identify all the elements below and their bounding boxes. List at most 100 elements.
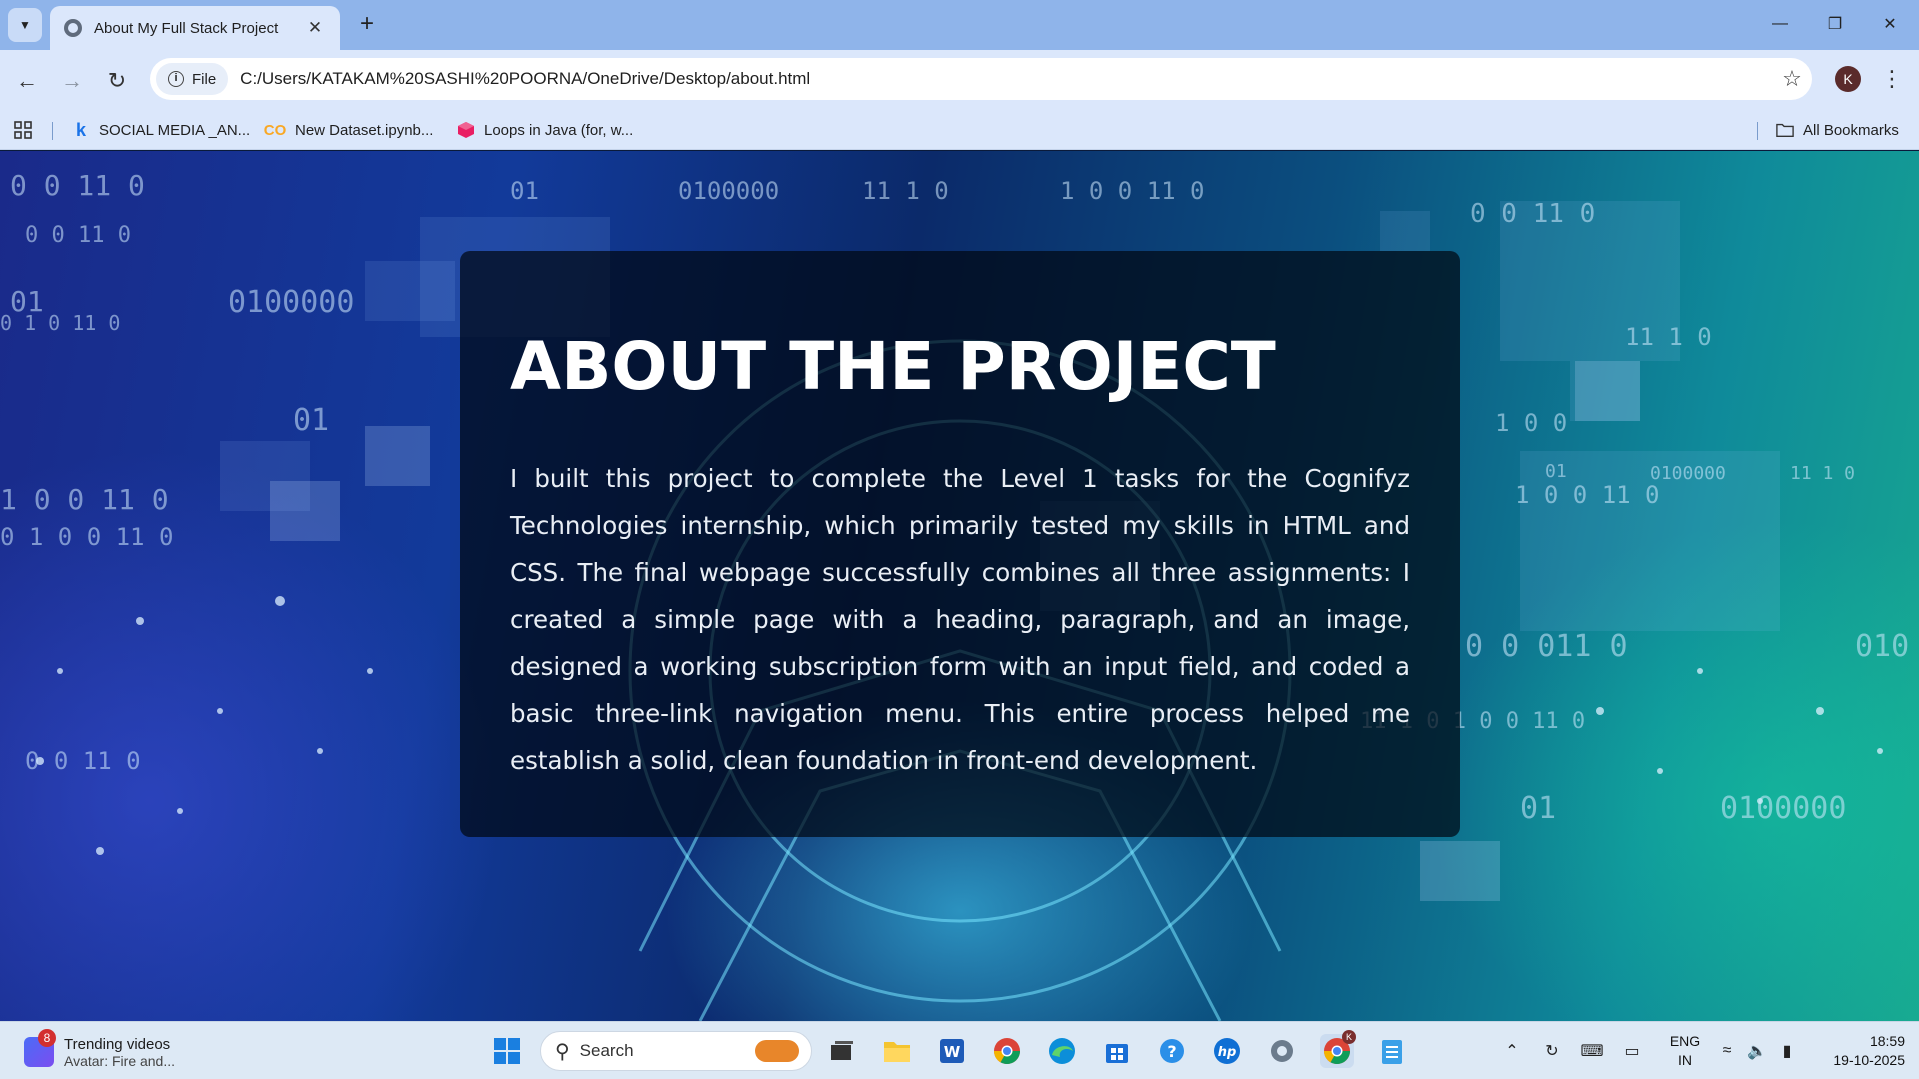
language-indicator[interactable]: ENG IN	[1665, 1032, 1705, 1070]
globe-icon	[64, 19, 82, 37]
background-binary-text: 0 0 11 0	[25, 223, 131, 248]
apps-grid-icon[interactable]	[14, 118, 32, 142]
folder-icon	[1776, 121, 1794, 139]
new-tab-button[interactable]: +	[352, 10, 382, 40]
background-binary-text: 01	[510, 177, 539, 205]
background-binary-text: 0100000	[228, 285, 355, 320]
about-card: ABOUT THE PROJECT I built this project t…	[460, 251, 1460, 837]
svg-text:?: ?	[1167, 1042, 1176, 1061]
background-binary-text: 11 1 0	[862, 177, 949, 205]
background-binary-text: 1 0 0 11 0	[1060, 177, 1205, 205]
background-binary-text: 0100000	[1720, 791, 1847, 826]
info-icon: i	[168, 71, 184, 87]
reload-button[interactable]: ↻	[100, 64, 134, 98]
minimize-button[interactable]: —	[1760, 8, 1800, 40]
chrome-profile-icon[interactable]	[990, 1034, 1024, 1068]
widget-subtitle: Avatar: Fire and...	[64, 1052, 176, 1069]
background-binary-text: 01	[293, 403, 330, 438]
back-button[interactable]: ←	[10, 64, 44, 98]
widgets-button[interactable]: 8 Trending videos Avatar: Fire and...	[24, 1029, 176, 1072]
background-binary-text: 0100000	[1650, 463, 1726, 484]
notepad-icon[interactable]	[1375, 1034, 1409, 1068]
browser-toolbar: ← → ↻ i File C:/Users/KATAKAM%20SASHI%20…	[0, 50, 1919, 110]
active-tab[interactable]: About My Full Stack Project ✕	[50, 6, 340, 50]
k-logo-icon: k	[75, 119, 86, 140]
svg-text:W: W	[944, 1043, 961, 1061]
bookmark-star-icon[interactable]: ☆	[1772, 66, 1812, 92]
get-help-icon[interactable]: ?	[1155, 1034, 1189, 1068]
background-binary-text: 1 0 0 11 0	[0, 483, 169, 516]
wifi-icon[interactable]: ≈	[1715, 1039, 1739, 1063]
bookmark-label: New Dataset.ipynb...	[295, 121, 434, 139]
video-widget-icon: 8	[24, 1029, 56, 1067]
widget-title: Trending videos	[64, 1035, 171, 1053]
bookmarks-bar: k SOCIAL MEDIA _AN... CO New Dataset.ipy…	[0, 110, 1919, 150]
task-view-icon[interactable]	[825, 1034, 859, 1068]
search-highlight-icon	[755, 1040, 799, 1062]
notification-badge: 8	[38, 1029, 56, 1047]
page-title: ABOUT THE PROJECT	[510, 328, 1276, 405]
windows-taskbar: 8 Trending videos Avatar: Fire and... ⚲ …	[0, 1021, 1919, 1079]
site-info-label: File	[192, 70, 217, 88]
address-bar[interactable]: i File C:/Users/KATAKAM%20SASHI%20POORNA…	[150, 58, 1812, 100]
bookmark-item-loops-java[interactable]: Loops in Java (for, w...	[457, 118, 633, 142]
background-binary-text: 01	[1545, 461, 1567, 482]
file-explorer-icon[interactable]	[880, 1034, 914, 1068]
bookmark-item-social-media[interactable]: k SOCIAL MEDIA _AN...	[72, 118, 250, 142]
background-binary-text: 0 0 11 0	[1470, 199, 1596, 229]
bookmark-label: Loops in Java (for, w...	[484, 121, 634, 139]
background-binary-text: 0 1 0 11 0	[0, 311, 121, 335]
keyboard-icon[interactable]: ⌨	[1580, 1039, 1604, 1063]
windows-logo-icon	[494, 1038, 520, 1064]
bookmark-item-new-dataset[interactable]: CO New Dataset.ipynb...	[263, 118, 434, 142]
microsoft-store-icon[interactable]	[1100, 1034, 1134, 1068]
background-binary-text: 0 0 11 0	[10, 169, 145, 202]
background-binary-text: 11 1 0	[1790, 463, 1856, 484]
site-info-chip[interactable]: i File	[156, 63, 229, 95]
word-icon[interactable]: W	[935, 1034, 969, 1068]
background-binary-text: 0 0 11 0	[25, 747, 141, 775]
background-binary-text: 11 1 0	[1625, 323, 1712, 351]
cube-icon	[457, 121, 475, 139]
all-bookmarks-label: All Bookmarks	[1803, 121, 1899, 139]
chrome-profile-badge: K	[1342, 1030, 1356, 1044]
url-text[interactable]: C:/Users/KATAKAM%20SASHI%20POORNA/OneDri…	[240, 69, 1772, 89]
language-code: ENG	[1669, 1033, 1701, 1049]
volume-icon[interactable]: 🔈	[1745, 1039, 1769, 1063]
close-tab-icon[interactable]: ✕	[304, 18, 326, 38]
project-description: I built this project to complete the Lev…	[510, 464, 1410, 775]
chrome-active-icon[interactable]: K	[1320, 1030, 1356, 1068]
profile-avatar[interactable]: K	[1835, 66, 1861, 92]
search-placeholder: Search	[579, 1041, 634, 1060]
start-button[interactable]	[490, 1034, 524, 1068]
restore-button[interactable]: ❐	[1815, 8, 1855, 40]
background-binary-text: 0100000	[678, 177, 780, 205]
display-icon[interactable]: ▭	[1620, 1039, 1644, 1063]
background-binary-text: 0 0 011 0	[1465, 629, 1628, 664]
chevron-down-icon: ▼	[19, 18, 31, 32]
battery-icon[interactable]: ▮	[1775, 1039, 1799, 1063]
show-hidden-icons[interactable]: ⌃	[1500, 1039, 1524, 1063]
tab-strip: ▼ About My Full Stack Project ✕ + — ❐ ✕	[0, 0, 1919, 50]
hp-icon[interactable]: hp	[1210, 1034, 1244, 1068]
taskbar-search[interactable]: ⚲ Search	[540, 1031, 812, 1071]
background-binary-text: 1 0 0	[1495, 409, 1568, 437]
sync-icon[interactable]: ↻	[1540, 1039, 1564, 1063]
all-bookmarks-button[interactable]: All Bookmarks	[1776, 118, 1899, 142]
region-code: IN	[1678, 1052, 1692, 1068]
settings-gear-icon[interactable]	[1265, 1034, 1299, 1068]
colab-icon: CO	[263, 121, 287, 139]
clock[interactable]: 18:59 19-10-2025	[1815, 1032, 1905, 1070]
close-window-button[interactable]: ✕	[1870, 8, 1910, 40]
search-icon: ⚲	[555, 1040, 570, 1063]
edge-icon[interactable]	[1045, 1034, 1079, 1068]
page-viewport: 0 0 11 0 0 0 11 0 01 0100000 1 0 0 11 0 …	[0, 151, 1919, 1021]
more-menu-icon[interactable]: ⋮	[1880, 64, 1904, 94]
tab-search-button[interactable]: ▼	[8, 8, 42, 42]
date: 19-10-2025	[1833, 1052, 1905, 1068]
background-binary-text: 0 1 0 0 11 0	[0, 523, 174, 551]
tab-title: About My Full Stack Project	[94, 19, 279, 37]
background-binary-text: 01	[1520, 791, 1557, 826]
time: 18:59	[1869, 1033, 1905, 1049]
forward-button[interactable]: →	[55, 64, 89, 98]
